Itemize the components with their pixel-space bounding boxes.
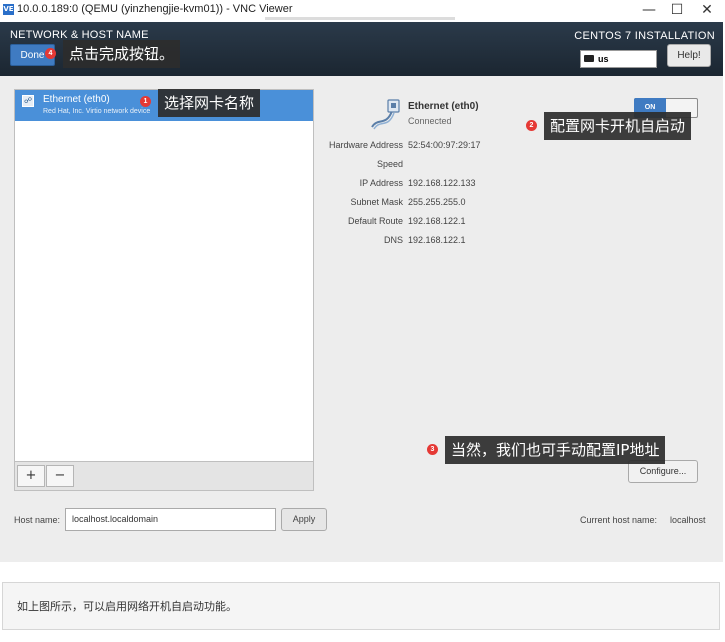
hostname-label: Host name: (14, 515, 61, 525)
caption-text: 如上图所示，可以启用网络开机自启动功能。 (17, 600, 237, 613)
remove-device-button[interactable]: − (46, 465, 74, 487)
default-route-value: 192.168.122.1 (408, 216, 466, 226)
ip-address-value: 192.168.122.133 (408, 178, 476, 188)
annotation-badge-2: 2 (526, 120, 537, 131)
maximize-button[interactable]: ☐ (662, 0, 692, 20)
current-hostname-label: Current host name: (580, 515, 658, 525)
help-button[interactable]: Help! (667, 44, 711, 67)
dns-label: DNS (383, 235, 403, 245)
hostname-input[interactable]: localhost.localdomain (65, 508, 276, 531)
ip-address-label: IP Address (359, 178, 403, 188)
annotation-text-1: 选择网卡名称 (158, 89, 261, 117)
default-route-label: Default Route (347, 216, 403, 226)
close-button[interactable]: ✕ (692, 0, 722, 20)
annotation-text-2: 配置网卡开机自启动 (544, 112, 692, 140)
subnet-mask-label: Subnet Mask (350, 197, 403, 207)
ethernet-icon: ☍ (22, 95, 34, 107)
annotation-text-4: 点击完成按钮。 (63, 40, 181, 68)
window-title: 10.0.0.189:0 (QEMU (yinzhengjie-kvm01)) … (17, 3, 293, 15)
hardware-address-value: 52:54:00:97:29:17 (408, 140, 481, 150)
annotation-text-3: 当然，我们也可手动配置IP地址 (445, 436, 666, 464)
titlebar-tab-strip (265, 17, 455, 20)
minimize-button[interactable]: — (634, 0, 664, 20)
network-cable-icon (371, 99, 400, 130)
network-device-list (14, 89, 314, 491)
keyboard-icon (584, 55, 594, 62)
nic-name: Ethernet (eth0) (43, 94, 110, 105)
apply-button[interactable]: Apply (281, 508, 327, 531)
annotation-badge-4: 4 (45, 48, 56, 59)
speed-label: Speed (376, 159, 403, 169)
nic-description: Red Hat, Inc. Virtio network device (43, 108, 151, 115)
current-hostname-value: localhost (670, 515, 706, 525)
annotation-badge-3: 3 (427, 444, 438, 455)
product-title: CENTOS 7 INSTALLATION (574, 30, 715, 42)
vnc-logo-icon: VE (3, 4, 14, 15)
annotation-badge-1: 1 (140, 96, 151, 107)
device-status: Connected (408, 116, 452, 126)
subnet-mask-value: 255.255.255.0 (408, 197, 466, 207)
hardware-address-label: Hardware Address (328, 140, 403, 150)
dns-value: 192.168.122.1 (408, 235, 466, 245)
add-device-button[interactable]: + (17, 465, 45, 487)
device-name: Ethernet (eth0) (408, 101, 479, 112)
